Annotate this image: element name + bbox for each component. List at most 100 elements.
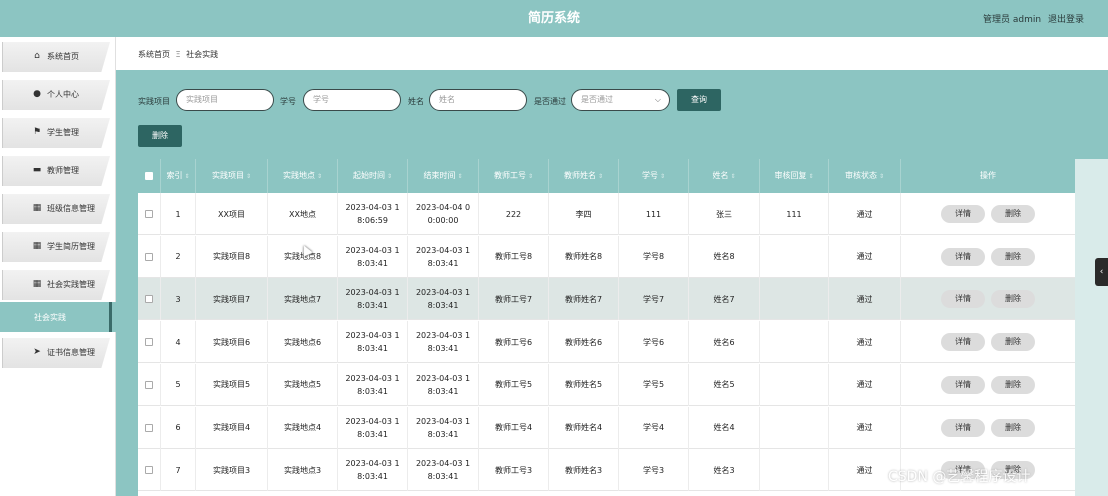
table-row[interactable]: 1 XX项目 XX地点 2023-04-03 1 8:06:59 2023-04-04 … [138,193,1075,235]
cell-tname: 教师姓名3 [549,449,619,492]
cell-project: 实践项目6 [196,321,268,364]
cell-sname: 张三 [689,193,760,235]
detail-button[interactable]: 详情 [941,333,985,352]
table-row[interactable]: 5 实践项目5 实践地点5 2023-04-03 1 8:03:41 2023-04-0… [138,363,1075,406]
pass-select-value: 是否通过 [581,95,613,104]
sidebar: ⌂ 系统首页 ● 个人中心 ⚑ 学生管理 ▬ 教师管理 ▦ 班级信息管理 ▦ 学… [0,37,116,496]
delete-button[interactable]: 删除 [991,375,1035,394]
sidebar-item-classes[interactable]: ▦ 班级信息管理 [0,192,116,224]
col-teacher-name[interactable]: 教师姓名 ⇕ [549,159,619,193]
col-start[interactable]: 起始时间 ⇕ [338,159,408,193]
cell-place: XX地点 [268,193,338,235]
sidebar-subitem-label: 社会实践 [34,313,66,322]
cell-tno: 教师工号4 [479,406,549,449]
sidebar-item-label: 教师管理 [47,166,79,175]
col-student-no[interactable]: 学号 ⇕ [619,159,689,193]
cell-status: 通过 [829,406,901,449]
cell-project: XX项目 [196,193,268,235]
sidebar-item-certificates[interactable]: ➤ 证书信息管理 [0,336,116,368]
xuehao-input[interactable]: 学号 [303,89,401,111]
project-input[interactable]: 实践项目 [176,89,274,111]
cell-start: 2023-04-03 1 8:03:41 [338,406,408,449]
cell-project: 实践项目5 [196,363,268,406]
sidebar-item-profile[interactable]: ● 个人中心 [0,78,116,110]
row-checkbox[interactable] [145,423,153,432]
col-place[interactable]: 实践地点 ⇕ [268,159,338,193]
query-button[interactable]: 查询 [677,89,721,111]
col-teacher-no[interactable]: 教师工号 ⇕ [479,159,549,193]
pass-select[interactable]: 是否通过 ⌵ [571,89,670,111]
col-index[interactable]: 索引 ⇕ [161,159,196,193]
cell-sname: 姓名6 [689,321,760,364]
batch-delete-button[interactable]: 删除 [138,125,182,147]
delete-button[interactable]: 删除 [991,333,1035,352]
col-project[interactable]: 实践项目 ⇕ [196,159,268,193]
col-status[interactable]: 审核状态 ⇕ [829,159,901,193]
row-checkbox-cell [138,449,161,492]
flag-icon: ⚑ [32,127,42,137]
cell-idx: 4 [161,321,196,364]
cell-tname: 教师姓名4 [549,406,619,449]
user-icon: ● [33,89,41,99]
row-checkbox[interactable] [145,380,153,389]
grid-icon: ▦ [32,203,42,213]
table-row[interactable]: 2 实践项目8 实践地点8 2023-04-03 1 8:03:41 2023-04-0… [138,235,1075,278]
cell-actions: 详情 删除 [901,278,1075,320]
cell-reply [760,449,829,492]
cell-tno: 教师工号6 [479,321,549,364]
cell-end: 2023-04-03 1 8:03:41 [408,406,479,449]
row-checkbox[interactable] [145,466,153,475]
cell-actions: 详情 删除 [901,193,1075,235]
home-icon: ⌂ [34,51,40,61]
row-checkbox[interactable] [145,252,153,261]
right-panel-edge [1075,159,1108,496]
cell-actions: 详情 删除 [901,321,1075,363]
cell-actions: 详情 删除 [901,407,1075,449]
col-end[interactable]: 结束时间 ⇕ [408,159,479,193]
cell-tname: 教师姓名6 [549,321,619,364]
logout-link[interactable]: 退出登录 [1048,15,1084,25]
delete-button[interactable]: 删除 [991,247,1035,266]
cell-end: 2023-04-04 0 0:00:00 [408,193,479,235]
table-row[interactable]: 4 实践项目6 实践地点6 2023-04-03 1 8:03:41 2023-04-0… [138,321,1075,364]
select-all-checkbox[interactable] [145,171,153,180]
user-label: 管理员 admin [983,15,1042,25]
cell-reply [760,406,829,449]
row-checkbox-cell [138,193,161,235]
col-reply[interactable]: 审核回复 ⇕ [760,159,829,193]
cell-reply [760,363,829,406]
detail-button[interactable]: 详情 [941,247,985,266]
detail-button[interactable]: 详情 [941,205,985,223]
sidebar-item-students[interactable]: ⚑ 学生管理 [0,116,116,148]
name-label: 姓名 [408,97,424,106]
panel-toggle-handle[interactable]: ‹ [1095,258,1108,286]
name-input[interactable]: 姓名 [429,89,527,111]
sidebar-item-practice[interactable]: ▦ 社会实践管理 [0,268,116,300]
row-checkbox[interactable] [145,210,153,218]
breadcrumb-home[interactable]: 系统首页 [138,50,170,59]
sidebar-item-teachers[interactable]: ▬ 教师管理 [0,154,116,186]
cell-sname: 姓名3 [689,449,760,492]
col-student-name[interactable]: 姓名 ⇕ [689,159,760,193]
row-checkbox[interactable] [145,338,153,347]
sidebar-subitem-practice[interactable]: 社会实践 [0,302,116,332]
detail-button[interactable]: 详情 [941,290,985,309]
delete-button[interactable]: 删除 [991,205,1035,223]
detail-button[interactable]: 详情 [941,375,985,394]
table-row[interactable]: 3 实践项目7 实践地点7 2023-04-03 1 8:03:41 2023-04-0… [138,278,1075,321]
row-checkbox[interactable] [145,295,153,304]
sidebar-item-resumes[interactable]: ▦ 学生简历管理 [0,230,116,262]
table-row[interactable]: 6 实践项目4 实践地点4 2023-04-03 1 8:03:41 2023-04-0… [138,406,1075,449]
sidebar-item-home[interactable]: ⌂ 系统首页 [0,40,116,72]
cell-idx: 3 [161,278,196,321]
pass-label: 是否通过 [534,97,566,106]
delete-button[interactable]: 删除 [991,290,1035,309]
cell-status: 通过 [829,278,901,321]
cell-reply [760,278,829,321]
cell-place: 实践地点3 [268,449,338,492]
delete-button[interactable]: 删除 [991,418,1035,437]
cell-project: 实践项目4 [196,406,268,449]
sidebar-item-label: 系统首页 [47,52,79,61]
cell-actions: 详情 删除 [901,236,1075,278]
detail-button[interactable]: 详情 [941,418,985,437]
